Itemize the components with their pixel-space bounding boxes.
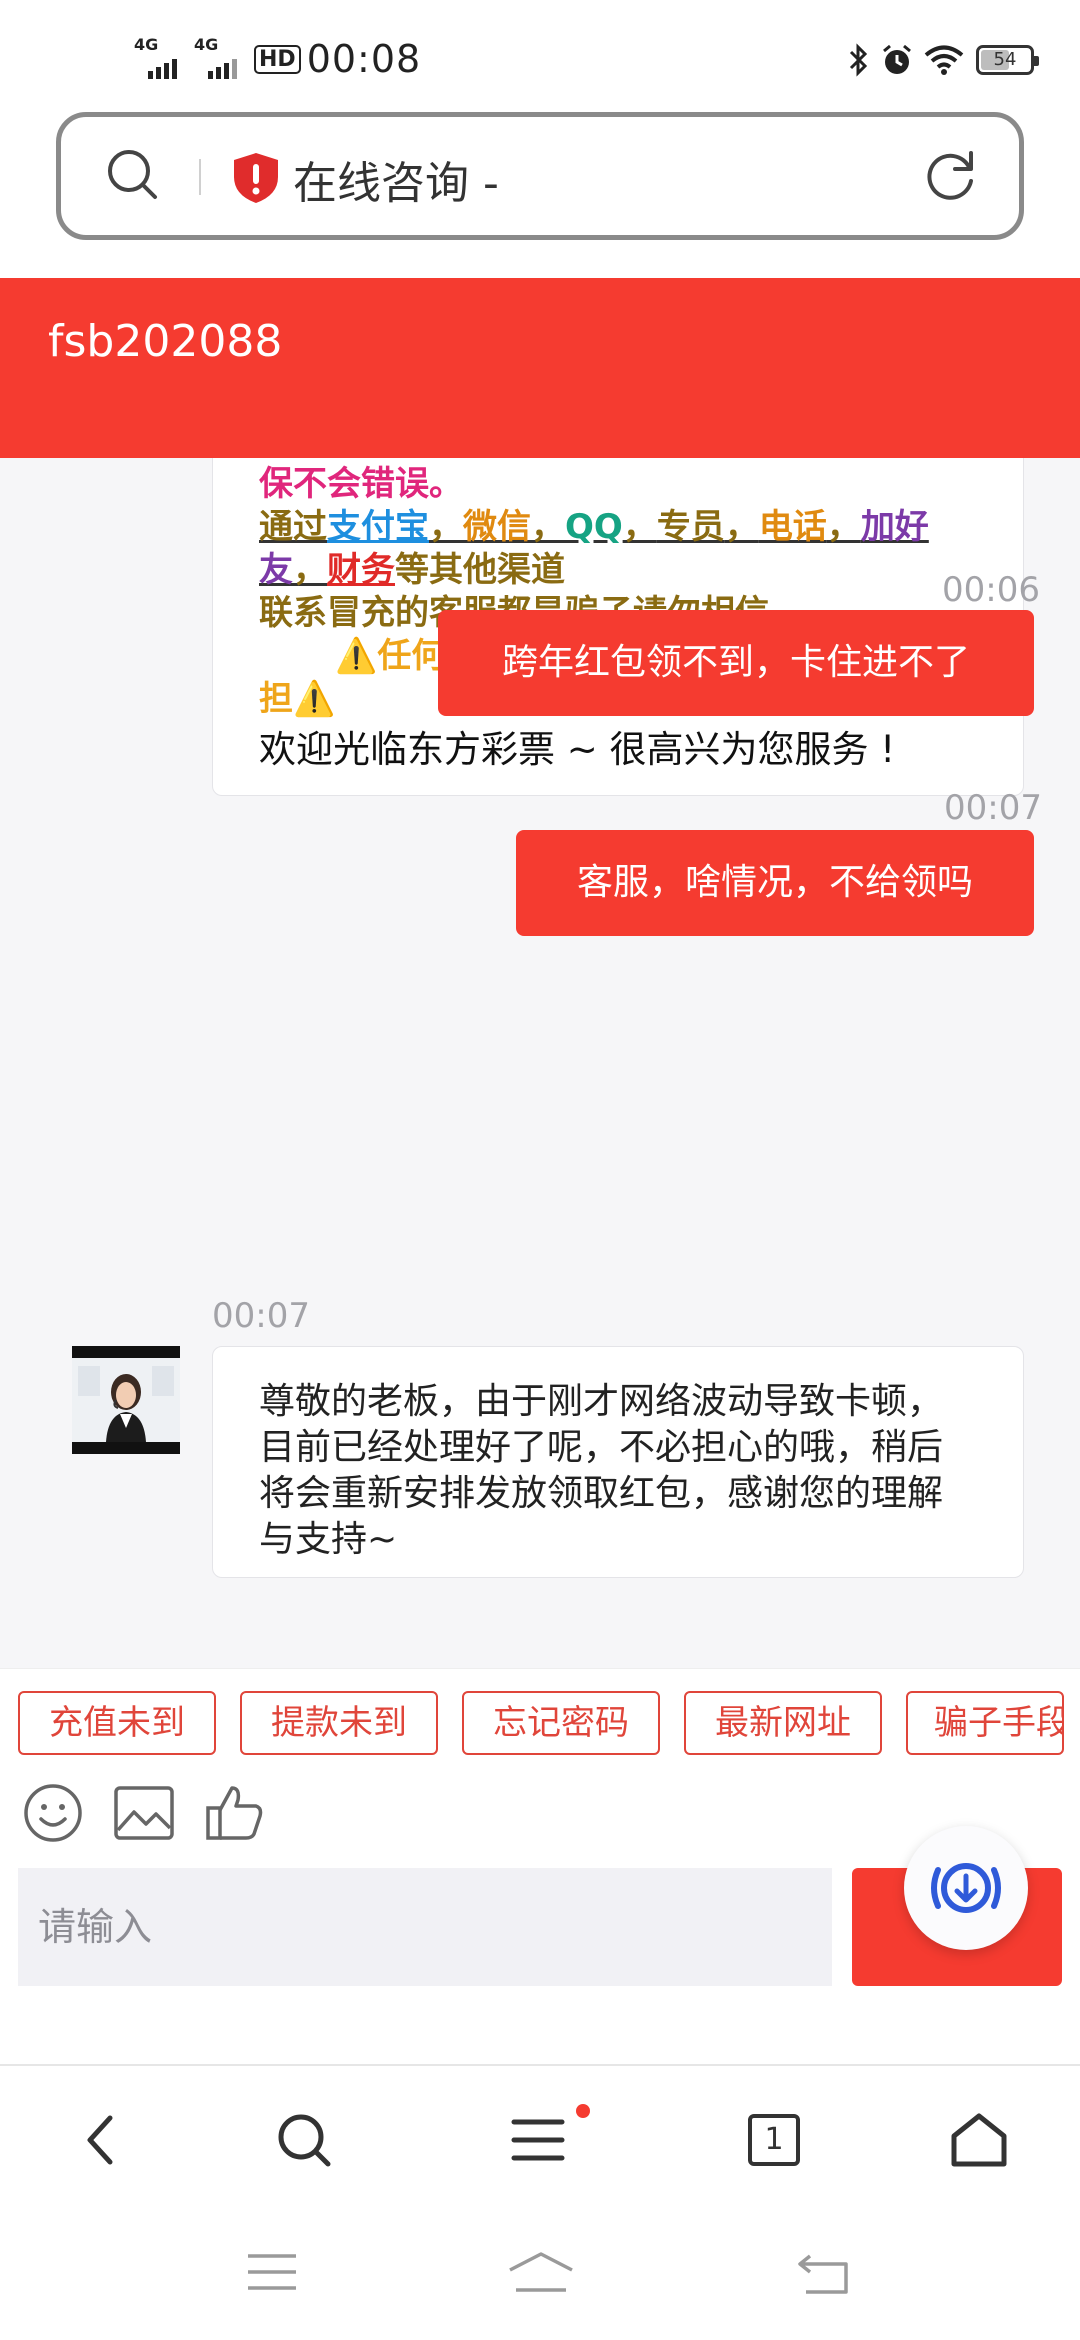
message-timestamp: 00:07 xyxy=(944,788,1042,828)
menu-icon[interactable] xyxy=(508,2110,568,2170)
quick-reply-chip[interactable]: 忘记密码 xyxy=(462,1691,660,1755)
recent-apps-icon[interactable] xyxy=(246,2250,298,2294)
system-nav-bar xyxy=(0,2214,1080,2340)
page-title[interactable]: 在线咨询 - xyxy=(293,147,499,211)
notice-line: 通过支付宝，微信，QQ，专员，电话，加好 xyxy=(259,507,929,547)
thumbs-up-icon[interactable] xyxy=(204,1782,266,1844)
hd-voice-icon: HD xyxy=(254,44,301,74)
message-timestamp: 00:06 xyxy=(942,570,1040,610)
floating-download-button[interactable] xyxy=(904,1826,1028,1950)
browser-toolbar: 1 xyxy=(0,2064,1080,2214)
agent-name: fsb202088 xyxy=(48,316,283,367)
chevron-left-icon[interactable] xyxy=(76,2110,126,2170)
message-timestamp: 00:07 xyxy=(212,1296,310,1336)
signal-icon: 4G xyxy=(134,35,180,79)
welcome-text: 欢迎光临东方彩票 ~ 很高兴为您服务 ! xyxy=(259,728,896,771)
quick-reply-chip[interactable]: 充值未到 xyxy=(18,1691,216,1755)
network-type-label: 4G xyxy=(194,35,219,54)
back-nav-icon[interactable] xyxy=(796,2250,852,2298)
shield-alert-icon[interactable] xyxy=(231,151,281,205)
notice-line: 保不会错误。 xyxy=(259,464,463,504)
home-nav-icon[interactable] xyxy=(506,2250,576,2298)
address-bar[interactable]: 在线咨询 - xyxy=(56,112,1024,240)
home-icon[interactable] xyxy=(948,2110,1010,2170)
wifi-icon xyxy=(924,45,964,75)
image-icon[interactable] xyxy=(112,1782,176,1844)
battery-level: 54 xyxy=(993,49,1017,70)
status-time: 00:08 xyxy=(306,37,422,81)
battery-icon: 54 xyxy=(976,45,1039,75)
sent-message[interactable]: 跨年红包领不到，卡住进不了 xyxy=(438,610,1034,716)
refresh-icon[interactable] xyxy=(921,147,979,205)
search-icon[interactable] xyxy=(274,2110,334,2170)
chat-header: fsb202088 xyxy=(0,278,1080,458)
network-type-label: 4G xyxy=(134,35,159,54)
received-message[interactable]: 尊敬的老板，由于刚才网络波动导致卡顿，目前已经处理好了呢，不必担心的哦，稍后将会… xyxy=(212,1346,1024,1578)
chat-area[interactable]: 保不会错误。 通过支付宝，微信，QQ，专员，电话，加好 友，财务等其他渠道 联系… xyxy=(0,458,1080,1668)
alarm-icon xyxy=(883,44,911,74)
signal-icon: 4G xyxy=(194,35,240,79)
quick-replies: 充值未到 提款未到 忘记密码 最新网址 骗子手段 xyxy=(0,1668,1080,1768)
status-bar: 4G 4G HD 00:08 54 xyxy=(0,0,1080,110)
emoji-icon[interactable] xyxy=(22,1782,84,1844)
notice-line: 友，财务等其他渠道 xyxy=(259,550,565,590)
bluetooth-icon xyxy=(849,43,868,77)
address-divider xyxy=(199,159,201,195)
tabs-icon[interactable]: 1 xyxy=(748,2114,800,2166)
status-right: 54 xyxy=(838,40,1039,80)
notification-dot xyxy=(576,2104,590,2118)
sent-message[interactable]: 客服，啥情况，不给领吗 xyxy=(516,830,1034,936)
download-floating-icon xyxy=(931,1863,1001,1913)
quick-reply-chip[interactable]: 最新网址 xyxy=(684,1691,882,1755)
agent-avatar[interactable] xyxy=(72,1346,180,1454)
quick-reply-chip[interactable]: 骗子手段 xyxy=(906,1691,1064,1755)
search-icon[interactable] xyxy=(105,147,161,203)
quick-reply-chip[interactable]: 提款未到 xyxy=(240,1691,438,1755)
message-input[interactable] xyxy=(18,1868,832,1986)
status-left: 4G 4G HD 00:08 xyxy=(134,34,421,84)
